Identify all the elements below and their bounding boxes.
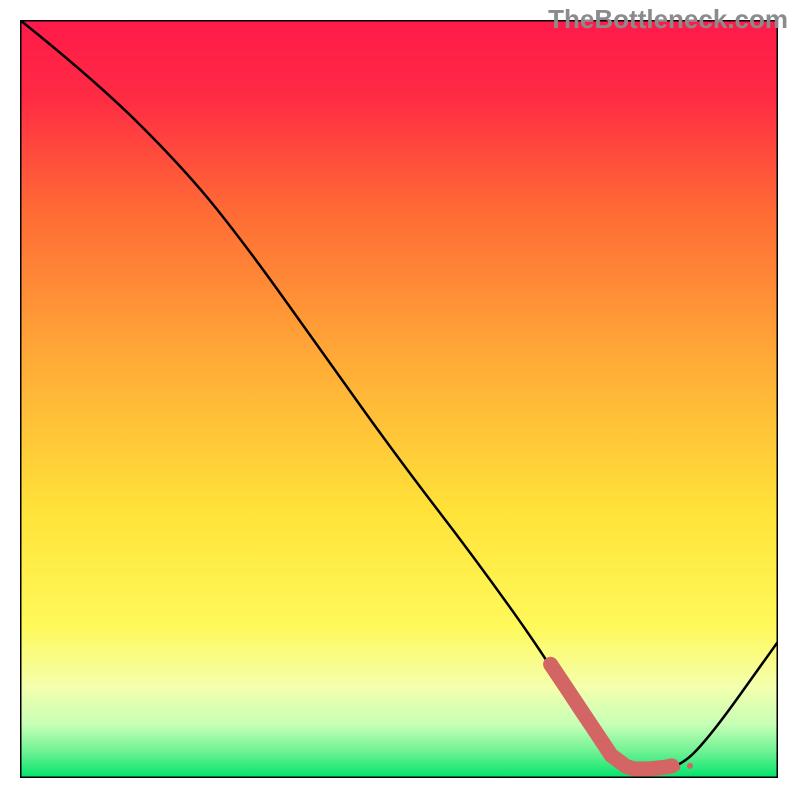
watermark-text: TheBottleneck.com (548, 4, 788, 35)
gradient-background (20, 20, 778, 778)
highlight-dot (628, 763, 640, 775)
highlight-dot (672, 763, 680, 771)
highlight-dot (650, 764, 660, 774)
chart-frame: TheBottleneck.com (0, 0, 800, 800)
highlight-dot (687, 763, 693, 769)
chart-svg (20, 20, 778, 778)
plot-area (20, 20, 778, 778)
